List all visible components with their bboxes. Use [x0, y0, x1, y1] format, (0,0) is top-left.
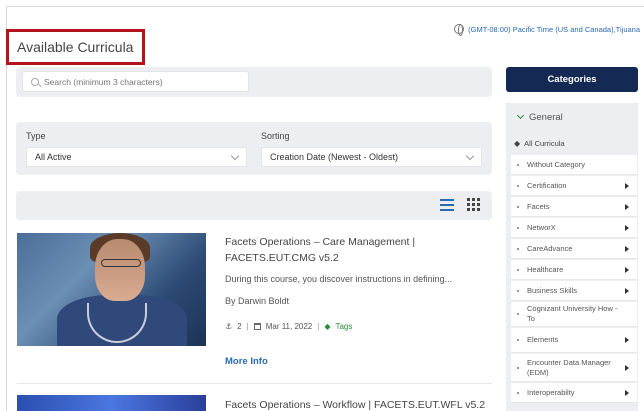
sidebar-category-item[interactable]: Interoperabilty	[511, 383, 637, 403]
bullet-icon	[517, 184, 519, 187]
sidebar-category-item[interactable]: Healthcare	[511, 260, 637, 280]
grid-view-icon[interactable]	[467, 198, 480, 211]
meta-separator: |	[246, 322, 249, 331]
sidebar-category-item[interactable]: Without Category	[511, 155, 637, 175]
expand-arrow-icon[interactable]	[625, 203, 629, 210]
sidebar-category-label[interactable]: Business Skills	[527, 286, 577, 296]
calendar-icon	[253, 323, 261, 330]
sorting-select-value: Creation Date (Newest - Oldest)	[270, 152, 399, 162]
sidebar-category-label[interactable]: Elements	[527, 335, 558, 345]
course-date: Mar 11, 2022	[265, 322, 313, 331]
chevron-down-icon	[230, 151, 240, 161]
sidebar-category-item[interactable]: Certification	[511, 176, 637, 196]
search-bar	[16, 67, 492, 97]
type-select[interactable]: All Active	[26, 147, 247, 167]
course-users-count: 2	[237, 322, 242, 331]
bullet-icon	[517, 366, 519, 369]
sidebar-category-label[interactable]: Certification	[527, 181, 567, 191]
course-author: By Darwin Boldt	[225, 296, 290, 306]
course-title[interactable]: Facets Operations – Workflow | FACETS.EU…	[225, 397, 485, 411]
tag-icon: ◆	[514, 139, 521, 148]
category-group-general[interactable]: General	[506, 103, 638, 131]
chevron-down-icon	[516, 111, 525, 120]
sidebar-category-item[interactable]: CareAdvance	[511, 239, 637, 259]
filters-panel: Type All Active Sorting Creation Date (N…	[16, 122, 492, 175]
users-icon: ⚓	[225, 322, 233, 331]
sidebar-category-label[interactable]: NetworX	[527, 223, 556, 233]
sidebar-category-label[interactable]: Cognizant University How - To	[527, 304, 619, 324]
course-divider	[17, 383, 492, 384]
course-description: During this course, you discover instruc…	[225, 274, 453, 284]
sidebar-category-item[interactable]: Cognizant University How - To	[511, 302, 637, 327]
search-icon	[31, 77, 39, 86]
bullet-icon	[517, 247, 519, 250]
timezone-selector[interactable]: (GMT-08:00) Pacific Time (US and Canada)…	[454, 24, 640, 36]
bullet-icon	[517, 268, 519, 271]
expand-arrow-icon[interactable]	[625, 266, 629, 273]
tag-icon: ◆	[324, 322, 331, 331]
sidebar-category-label[interactable]: Healthcare	[527, 265, 563, 275]
course-title-line2[interactable]: FACETS.EUT.CMG v5.2	[225, 250, 415, 266]
page-title: Available Curricula	[17, 39, 134, 55]
course-tags[interactable]: Tags	[335, 322, 352, 331]
view-toggle-bar	[16, 191, 492, 220]
expand-arrow-icon[interactable]	[625, 287, 629, 294]
expand-arrow-icon[interactable]	[625, 182, 629, 189]
timezone-label[interactable]: (GMT-08:00) Pacific Time (US and Canada)…	[468, 25, 640, 34]
all-curricula-label[interactable]: All Curricula	[524, 139, 564, 148]
expand-arrow-icon[interactable]	[625, 389, 629, 396]
search-input[interactable]	[44, 76, 234, 87]
left-border	[6, 6, 7, 411]
meta-separator: |	[317, 322, 320, 331]
course-title[interactable]: Facets Operations – Care Management | FA…	[225, 234, 415, 266]
sidebar-category-item[interactable]: Encounter Data Manager (EDM)	[511, 354, 637, 382]
more-info-link[interactable]: More Info	[225, 356, 268, 367]
type-select-value: All Active	[35, 152, 72, 162]
category-all-curricula[interactable]: ◆ All Curricula	[514, 139, 565, 148]
sidebar-category-label[interactable]: Interoperabilty	[527, 388, 575, 398]
bullet-icon	[517, 339, 519, 341]
expand-arrow-icon[interactable]	[625, 364, 629, 371]
expand-arrow-icon[interactable]	[625, 245, 629, 252]
sidebar-category-item[interactable]: NetworX	[511, 218, 637, 238]
sidebar-category-label[interactable]: CareAdvance	[527, 244, 572, 254]
list-view-icon[interactable]	[440, 199, 454, 211]
sorting-label: Sorting	[261, 131, 290, 141]
sidebar-category-item[interactable]: Facets	[511, 197, 637, 217]
sidebar-category-label[interactable]: Without Category	[527, 160, 585, 170]
top-border	[6, 6, 644, 7]
sidebar-category-item[interactable]: Elements	[511, 328, 637, 353]
categories-button[interactable]: Categories	[506, 67, 638, 92]
chevron-down-icon	[465, 151, 475, 161]
category-group-label: General	[529, 111, 563, 123]
sidebar-category-item[interactable]: Business Skills	[511, 281, 637, 301]
bullet-icon	[517, 391, 519, 394]
categories-panel: General ◆ All Curricula Without Category…	[506, 103, 638, 411]
expand-arrow-icon[interactable]	[625, 337, 629, 343]
course-thumbnail[interactable]	[17, 395, 206, 411]
bullet-icon	[517, 289, 519, 292]
sorting-select[interactable]: Creation Date (Newest - Oldest)	[261, 147, 482, 167]
type-label: Type	[26, 131, 46, 141]
globe-icon	[454, 24, 465, 36]
bullet-icon	[517, 313, 519, 315]
bullet-icon	[517, 205, 519, 208]
bullet-icon	[517, 163, 519, 166]
search-box[interactable]	[22, 71, 249, 92]
sidebar-category-label[interactable]: Facets	[527, 202, 550, 212]
page-title-box: Available Curricula	[6, 29, 145, 65]
course-title-line1[interactable]: Facets Operations – Care Management |	[225, 234, 415, 250]
course-meta: ⚓ 2 | Mar 11, 2022 | ◆ Tags	[225, 322, 352, 331]
sidebar-category-label[interactable]: Encounter Data Manager (EDM)	[527, 358, 619, 378]
course-thumbnail[interactable]	[17, 233, 206, 346]
bullet-icon	[517, 226, 519, 229]
expand-arrow-icon[interactable]	[625, 224, 629, 231]
course-title-line1[interactable]: Facets Operations – Workflow | FACETS.EU…	[225, 397, 485, 411]
